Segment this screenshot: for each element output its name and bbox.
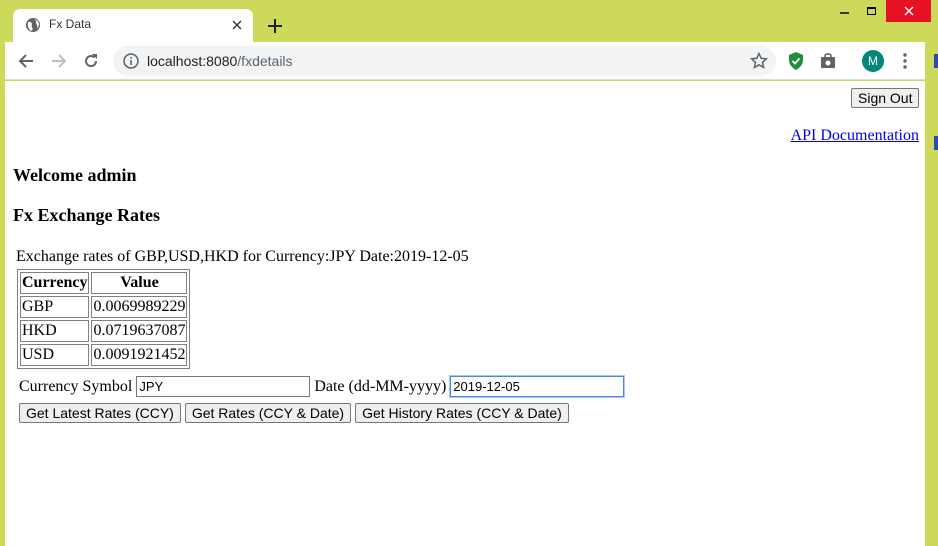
window-close-icon[interactable] bbox=[886, 0, 931, 22]
bookmark-star-icon[interactable] bbox=[750, 52, 768, 70]
value-cell: 0.0719637087 bbox=[91, 320, 188, 342]
table-row: USD 0.0091921452 bbox=[20, 344, 188, 366]
table-row: GBP 0.0069989229 bbox=[20, 296, 188, 318]
currency-cell: GBP bbox=[20, 296, 90, 318]
window-edge bbox=[927, 42, 938, 546]
get-history-rates-button[interactable]: Get History Rates (CCY & Date) bbox=[355, 403, 569, 423]
table-row: HKD 0.0719637087 bbox=[20, 320, 188, 342]
back-arrow-icon[interactable] bbox=[16, 51, 36, 71]
column-header-currency: Currency bbox=[20, 272, 90, 294]
get-latest-rates-button[interactable]: Get Latest Rates (CCY) bbox=[19, 403, 181, 423]
maximize-icon[interactable] bbox=[858, 0, 886, 22]
reload-icon[interactable] bbox=[81, 51, 101, 71]
page-title: Fx Exchange Rates bbox=[13, 205, 160, 225]
url-host: localhost:8080 bbox=[147, 53, 238, 69]
globe-icon bbox=[26, 18, 40, 32]
welcome-heading: Welcome admin bbox=[13, 165, 137, 185]
currency-cell: HKD bbox=[20, 320, 90, 342]
tab-title: Fx Data bbox=[49, 17, 92, 31]
action-buttons: Get Latest Rates (CCY) Get Rates (CCY & … bbox=[19, 403, 569, 423]
browser-toolbar: localhost:8080/fxdetails M bbox=[5, 42, 925, 80]
api-documentation-link[interactable]: API Documentation bbox=[791, 127, 919, 145]
sign-out-button[interactable]: Sign Out bbox=[851, 88, 920, 108]
value-cell: 0.0069989229 bbox=[91, 296, 188, 318]
table-header-row: Currency Value bbox=[20, 272, 188, 294]
kebab-menu-icon[interactable] bbox=[895, 51, 915, 71]
profile-avatar[interactable]: M bbox=[862, 50, 884, 72]
edge-accent bbox=[934, 136, 938, 150]
address-bar[interactable]: localhost:8080/fxdetails bbox=[113, 46, 776, 76]
page-content: Sign Out API Documentation Welcome admin… bbox=[5, 81, 925, 546]
url-text[interactable]: localhost:8080/fxdetails bbox=[147, 53, 293, 69]
browser-titlebar: Fx Data bbox=[0, 0, 938, 42]
info-icon[interactable] bbox=[123, 53, 139, 69]
edge-accent bbox=[934, 54, 938, 68]
shopping-bag-extension-icon[interactable] bbox=[818, 51, 838, 71]
date-input[interactable] bbox=[449, 375, 626, 398]
rates-table: Currency Value GBP 0.0069989229 HKD 0.07… bbox=[17, 269, 191, 369]
minimize-icon[interactable] bbox=[830, 0, 860, 22]
date-label: Date (dd-MM-yyyy) bbox=[314, 377, 447, 395]
currency-symbol-input[interactable] bbox=[136, 376, 311, 397]
get-rates-by-date-button[interactable]: Get Rates (CCY & Date) bbox=[184, 403, 352, 423]
column-header-value: Value bbox=[91, 272, 188, 294]
query-form: Currency Symbol Date (dd-MM-yyyy) bbox=[19, 375, 628, 398]
new-tab-icon[interactable] bbox=[264, 15, 286, 37]
tab-close-icon[interactable] bbox=[228, 16, 246, 34]
currency-symbol-label: Currency Symbol bbox=[19, 377, 133, 395]
rates-description: Exchange rates of GBP,USD,HKD for Curren… bbox=[16, 248, 469, 265]
value-cell: 0.0091921452 bbox=[91, 344, 188, 366]
shield-extension-icon[interactable] bbox=[786, 51, 806, 71]
currency-cell: USD bbox=[20, 344, 90, 366]
url-path: /fxdetails bbox=[237, 53, 293, 69]
browser-tab[interactable]: Fx Data bbox=[13, 9, 253, 42]
forward-arrow-icon[interactable] bbox=[49, 51, 69, 71]
